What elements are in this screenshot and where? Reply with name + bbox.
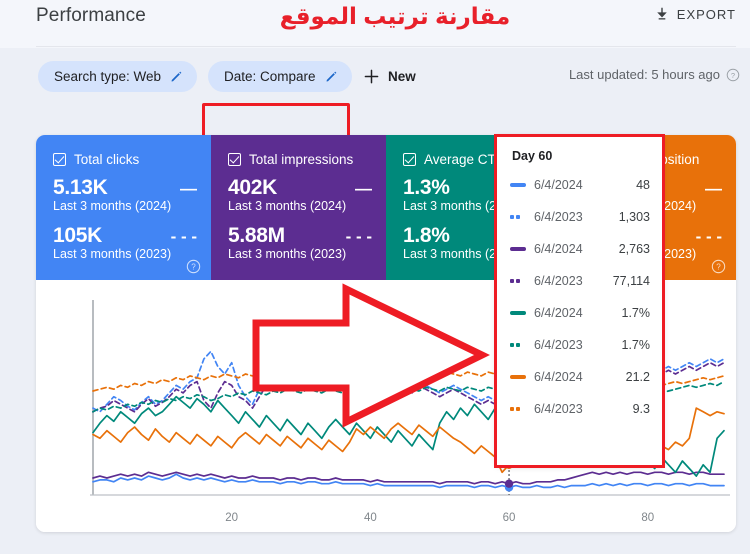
question-mark-icon[interactable]: ? (726, 68, 740, 82)
header-divider (36, 46, 736, 47)
export-button[interactable]: EXPORT (649, 3, 742, 26)
chart-hover-tooltip: Day 60 6/4/2024 48 6/4/2023 1,303 6/4/2024 2,… (497, 137, 662, 465)
svg-text:?: ? (191, 263, 196, 272)
tooltip-row-value: 1.7% (621, 306, 651, 320)
tooltip-row: 6/4/2024 48 (510, 169, 650, 201)
metric-current-value: 5.13K (53, 176, 108, 199)
metric-card-title: Total impressions (249, 152, 354, 167)
metric-current-label: Last 3 months (2024) (228, 199, 347, 213)
chart-line-total-impressions-6-4-2024 (92, 471, 725, 485)
tooltip-rows: 6/4/2024 48 6/4/2023 1,303 6/4/2024 2,763 6/4/… (510, 169, 650, 425)
metric-previous-linemark: - - - (345, 227, 372, 246)
hover-point (504, 479, 514, 488)
tooltip-series-swatch (510, 311, 530, 315)
metric-previous-value: 5.88M (228, 224, 285, 247)
filter-chip-search-type[interactable]: Search type: Web (38, 61, 198, 92)
metric-previous-label: Last 3 months (2023) (228, 247, 347, 261)
tooltip-row: 6/4/2023 9.3 (510, 393, 650, 425)
metric-current-row: 5.13K — (53, 176, 197, 200)
question-mark-icon[interactable]: ? (186, 259, 201, 274)
tooltip-row: 6/4/2023 77,114 (510, 265, 650, 297)
metric-previous-linemark: - - - (170, 227, 197, 246)
svg-text:?: ? (716, 263, 721, 272)
tooltip-row-date: 6/4/2024 (534, 306, 583, 320)
tooltip-row-value: 77,114 (612, 274, 650, 288)
metric-previous-value: 1.8% (403, 224, 450, 247)
tooltip-row-date: 6/4/2024 (534, 242, 583, 256)
tooltip-row-date: 6/4/2023 (534, 402, 583, 416)
tooltip-row: 6/4/2023 1,303 (510, 201, 650, 233)
tooltip-series-swatch (510, 407, 530, 411)
metric-card-total-impressions[interactable]: Total impressions 402K — Last 3 months (202… (211, 135, 386, 280)
red-arrow-annotation (252, 283, 490, 428)
svg-text:?: ? (731, 70, 735, 79)
metric-current-value: 402K (228, 176, 278, 199)
tooltip-row-value: 9.3 (632, 402, 650, 416)
tooltip-row: 6/4/2024 21.2 (510, 361, 650, 393)
metric-card-title: Average CTR (424, 152, 506, 167)
metric-previous-row: 105K - - - (53, 224, 197, 248)
new-filter-label: New (388, 68, 416, 84)
tooltip-row-date: 6/4/2024 (534, 370, 583, 384)
download-icon (657, 7, 667, 20)
tooltip-row-value: 21.2 (625, 370, 650, 384)
question-mark-icon[interactable]: ? (711, 259, 726, 274)
tooltip-row: 6/4/2024 1.7% (510, 297, 650, 329)
metric-current-label: Last 3 months (2024) (53, 199, 172, 213)
tooltip-series-swatch (510, 343, 530, 347)
tooltip-series-swatch (510, 215, 530, 219)
filter-bar: Search type: Web Date: Compare New Last … (0, 48, 750, 146)
tooltip-row-date: 6/4/2023 (534, 274, 583, 288)
filter-chip-date-label: Date: Compare (224, 69, 316, 84)
plus-icon (364, 69, 379, 83)
x-axis-tick-label: 60 (503, 512, 516, 524)
metric-current-linemark: — (180, 179, 197, 198)
x-axis-tick-label: 40 (364, 512, 377, 524)
filter-chip-search-type-label: Search type: Web (54, 69, 162, 84)
tooltip-series-swatch (510, 279, 530, 283)
page-header: Performance مقارنة ترتيب الموقع EXPORT (0, 0, 750, 48)
tooltip-row-value: 1.7% (621, 338, 651, 352)
metric-previous-value: 105K (53, 224, 103, 247)
pencil-icon (326, 71, 336, 82)
metric-card-header: Total impressions (228, 152, 372, 167)
metric-card-header: Total clicks (53, 152, 197, 167)
last-updated-status: Last updated: 5 hours ago ? (569, 67, 740, 82)
pencil-icon (171, 71, 182, 82)
metric-current-linemark: — (355, 179, 372, 198)
metric-checkbox[interactable] (228, 153, 241, 166)
tooltip-row-value: 48 (636, 178, 650, 192)
page-title: Performance (36, 5, 146, 26)
export-label: EXPORT (676, 7, 736, 22)
metric-checkbox[interactable] (53, 153, 66, 166)
x-axis-tick-label: 20 (225, 512, 238, 524)
metric-current-linemark: — (705, 179, 722, 198)
metric-previous-label: Last 3 months (2023) (53, 247, 172, 261)
tooltip-series-swatch (510, 247, 530, 251)
metric-current-row: 402K — (228, 176, 372, 200)
tooltip-row-date: 6/4/2023 (534, 210, 583, 224)
tooltip-series-swatch (510, 183, 530, 187)
metric-previous-row: 5.88M - - - (228, 224, 372, 248)
screenshot-root: Performance مقارنة ترتيب الموقع EXPORT S… (0, 0, 750, 554)
x-axis-tick-label: 80 (641, 512, 654, 524)
tooltip-row: 6/4/2024 2,763 (510, 233, 650, 265)
tooltip-series-swatch (510, 375, 530, 379)
tooltip-row-date: 6/4/2023 (534, 338, 583, 352)
last-updated-text: Last updated: 5 hours ago (568, 67, 720, 82)
tooltip-row-date: 6/4/2024 (534, 178, 583, 192)
filter-chip-date[interactable]: Date: Compare (208, 61, 352, 92)
tooltip-row-value: 1,303 (618, 210, 650, 224)
metric-current-value: 1.3% (403, 176, 450, 199)
metric-checkbox[interactable] (403, 153, 416, 166)
new-filter-button[interactable]: New (364, 62, 416, 90)
tooltip-title: Day 60 (512, 149, 553, 163)
arabic-annotation-text: مقارنة ترتيب الموقع (279, 3, 511, 29)
tooltip-row-value: 2,763 (618, 242, 650, 256)
metric-previous-linemark: - - - (695, 227, 722, 246)
tooltip-row: 6/4/2023 1.7% (510, 329, 650, 361)
metric-card-title: Total clicks (74, 152, 140, 167)
metric-card-total-clicks[interactable]: Total clicks 5.13K — Last 3 months (2024) 10… (36, 135, 211, 280)
